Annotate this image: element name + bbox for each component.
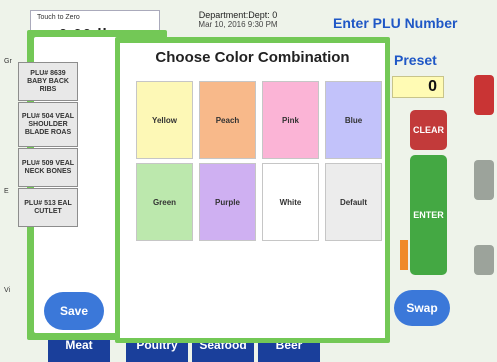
date-time: Mar 10, 2016 9:30 PM — [198, 20, 278, 29]
side-grey-button[interactable] — [474, 245, 494, 275]
color-option-yellow[interactable]: Yellow — [136, 81, 193, 159]
plu-item[interactable]: PLU# 8639 BABY BACK RIBS — [18, 62, 78, 101]
plu-display: 0 — [392, 76, 444, 98]
color-option-default[interactable]: Default — [325, 163, 382, 241]
department-label: Department:Dept: 0 — [198, 10, 278, 20]
plu-item[interactable]: PLU# 513 EAL CUTLET — [18, 188, 78, 227]
plu-list: PLU# 8639 BABY BACK RIBS PLU# 504 VEAL S… — [18, 62, 83, 228]
color-option-green[interactable]: Green — [136, 163, 193, 241]
side-grey-button[interactable] — [474, 160, 494, 200]
save-button[interactable]: Save — [44, 292, 104, 330]
touch-to-zero-label: Touch to Zero — [37, 14, 80, 21]
swap-button[interactable]: Swap — [394, 290, 450, 326]
color-option-purple[interactable]: Purple — [199, 163, 256, 241]
color-modal-body: Choose Color Combination Yellow Peach Pi… — [120, 43, 385, 338]
color-option-blue[interactable]: Blue — [325, 81, 382, 159]
clear-button[interactable]: CLEAR — [410, 110, 447, 150]
left-label: Gr — [4, 58, 12, 65]
color-combination-modal: Choose Color Combination Yellow Peach Pi… — [115, 37, 390, 343]
left-label: E — [4, 188, 9, 195]
plu-item[interactable]: PLU# 509 VEAL NECK BONES — [18, 148, 78, 187]
orange-key[interactable] — [400, 240, 408, 270]
enter-button[interactable]: ENTER — [410, 155, 447, 275]
color-option-white[interactable]: White — [262, 163, 319, 241]
modal-title: Choose Color Combination — [155, 49, 350, 66]
department-info: Department:Dept: 0 Mar 10, 2016 9:30 PM — [162, 10, 314, 38]
enter-plu-title: Enter PLU Number — [333, 15, 458, 31]
preset-label: Preset — [394, 52, 437, 68]
color-option-peach[interactable]: Peach — [199, 81, 256, 159]
left-label: Vi — [4, 287, 11, 294]
color-option-pink[interactable]: Pink — [262, 81, 319, 159]
plu-item[interactable]: PLU# 504 VEAL SHOULDER BLADE ROAS — [18, 102, 78, 147]
side-red-button[interactable] — [474, 75, 494, 115]
color-swatch-grid: Yellow Peach Pink Blue Green Purple Whit… — [136, 81, 382, 241]
